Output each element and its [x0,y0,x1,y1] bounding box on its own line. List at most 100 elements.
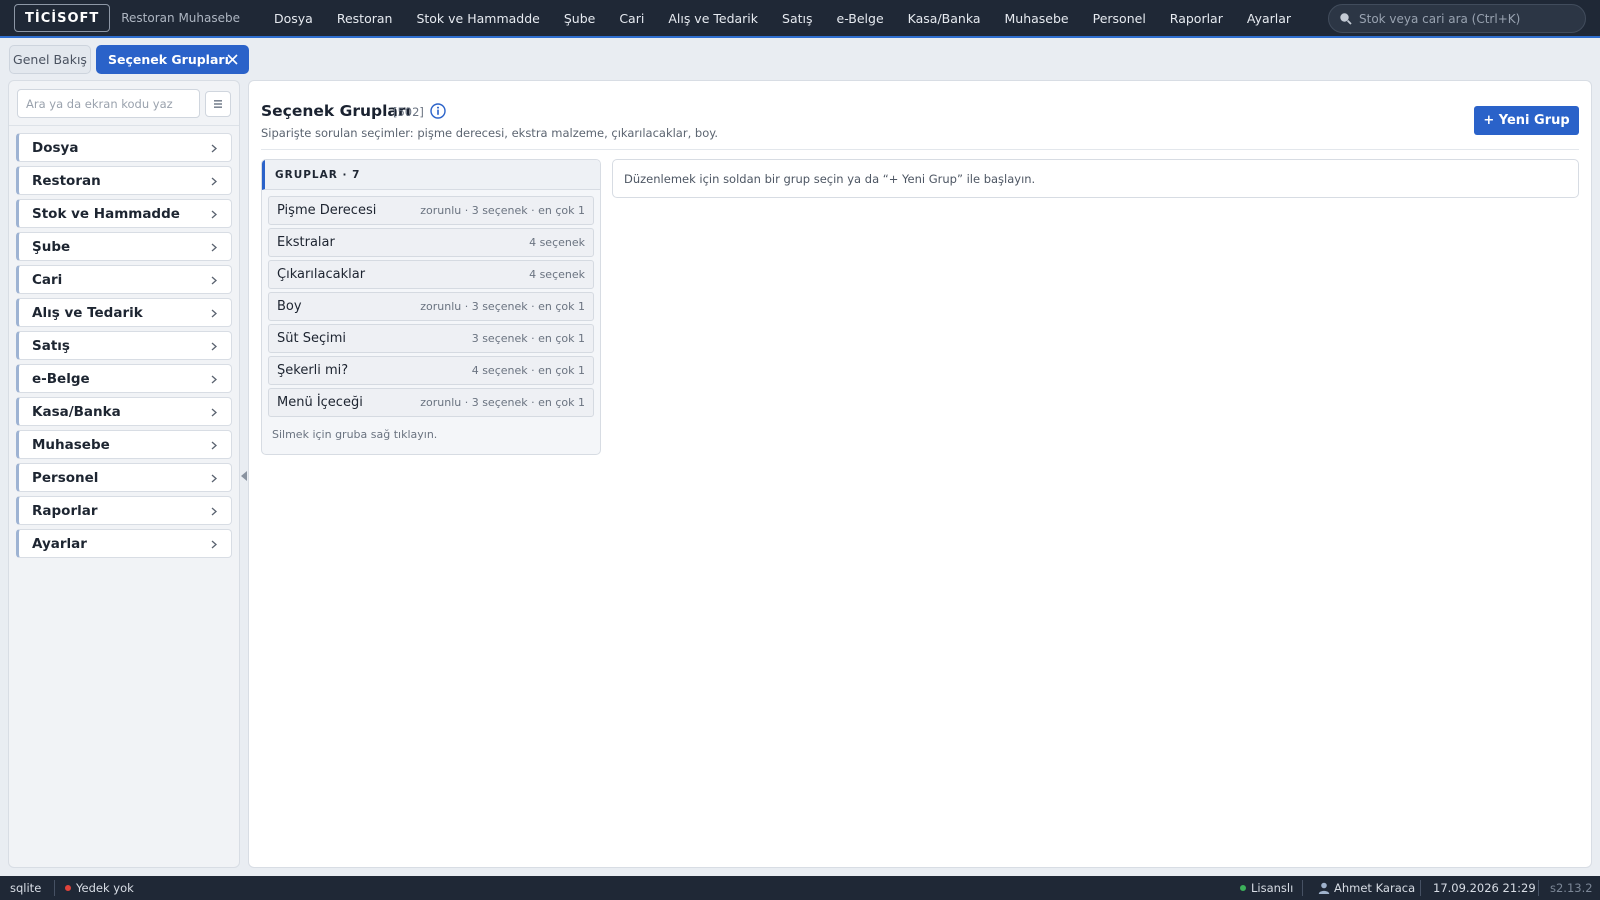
sidebar-item-stok[interactable]: Stok ve Hammadde [16,199,232,228]
menu-item-cari[interactable]: Cari [607,11,656,26]
sidebar-item-label: Muhasebe [32,436,110,453]
backup-status-dot [65,885,71,891]
sidebar-item-ayarlar[interactable]: Ayarlar [16,529,232,558]
group-meta: 4 seçenek [529,268,585,281]
groups-hint: Silmek için gruba sağ tıklayın. [272,428,438,441]
sidebar-item-label: Kasa/Banka [32,403,121,420]
chevron-right-icon [211,275,219,285]
detail-empty-state: Düzenlemek için soldan bir grup seçin ya… [612,159,1579,198]
status-datetime: 17.09.2026 21:29 [1433,881,1536,895]
top-bar: TİCİSOFT Restoran Muhasebe Dosya Restora… [0,0,1600,38]
group-row[interactable]: Çıkarılacaklar 4 seçenek [268,260,594,289]
sidebar-item-label: Alış ve Tedarik [32,304,143,321]
collapse-handle-icon[interactable] [241,470,247,482]
tab-genel-bakis[interactable]: Genel Bakış [9,45,91,74]
status-backup: Yedek yok [65,881,134,895]
menu-item-ayarlar[interactable]: Ayarlar [1235,11,1303,26]
chevron-right-icon [211,539,219,549]
chevron-right-icon [211,440,219,450]
sidebar-item-ebelge[interactable]: e-Belge [16,364,232,393]
sidebar-item-kasa[interactable]: Kasa/Banka [16,397,232,426]
menu-item-dosya[interactable]: Dosya [262,11,325,26]
main-panel: Seçenek Grupları [502] Siparişte sorulan… [248,80,1592,868]
status-backup-label: Yedek yok [76,881,134,895]
sidebar-search-input[interactable] [17,89,200,118]
sidebar-item-muhasebe[interactable]: Muhasebe [16,430,232,459]
status-bar: sqlite Yedek yok Lisanslı Ahmet Karaca 1… [0,876,1600,900]
menu-item-kasa[interactable]: Kasa/Banka [896,11,993,26]
sidebar-item-label: Cari [32,271,63,288]
tab-secenek-gruplari[interactable]: Seçenek Grupları [96,45,249,74]
group-meta: zorunlu · 3 seçenek · en çok 1 [420,204,585,217]
tab-bar: Genel Bakış Seçenek Grupları [0,40,1600,78]
sidebar-divider [9,125,239,126]
status-user[interactable]: Ahmet Karaca [1318,881,1415,895]
group-row[interactable]: Şekerli mi? 4 seçenek · en çok 1 [268,356,594,385]
chevron-right-icon [211,506,219,516]
group-meta: zorunlu · 3 seçenek · en çok 1 [420,396,585,409]
groups-panel: GRUPLAR · 7 Pişme Derecesi zorunlu · 3 se… [261,159,601,455]
status-separator [1538,880,1539,896]
menu-item-ebelge[interactable]: e-Belge [825,11,896,26]
group-name: Menü İçeceği [277,395,363,410]
sidebar-item-label: e-Belge [32,370,90,387]
page-title: Seçenek Grupları [261,102,411,120]
group-row[interactable]: Boy zorunlu · 3 seçenek · en çok 1 [268,292,594,321]
group-row[interactable]: Süt Seçimi 3 seçenek · en çok 1 [268,324,594,353]
sidebar-item-label: Satış [32,337,70,354]
menu-item-raporlar[interactable]: Raporlar [1158,11,1235,26]
status-db: sqlite [10,881,42,895]
status-separator [1420,880,1421,896]
sidebar-item-raporlar[interactable]: Raporlar [16,496,232,525]
sidebar-item-personel[interactable]: Personel [16,463,232,492]
main-menu: Dosya Restoran Stok ve Hammadde Şube Car… [262,11,1303,26]
group-name: Boy [277,299,302,314]
screen-code: [502] [393,105,424,119]
menu-item-stok[interactable]: Stok ve Hammadde [404,11,551,26]
license-status-dot [1240,885,1246,891]
sidebar-item-restoran[interactable]: Restoran [16,166,232,195]
sidebar-item-cari[interactable]: Cari [16,265,232,294]
chevron-right-icon [211,473,219,483]
menu-item-sube[interactable]: Şube [552,11,607,26]
info-icon[interactable] [430,103,446,119]
menu-item-satis[interactable]: Satış [770,11,824,26]
sidebar-item-label: Stok ve Hammadde [32,205,180,222]
close-icon[interactable] [225,52,239,66]
chevron-right-icon [211,242,219,252]
group-row[interactable]: Pişme Derecesi zorunlu · 3 seçenek · en ç… [268,196,594,225]
menu-item-restoran[interactable]: Restoran [325,11,405,26]
group-name: Süt Seçimi [277,331,347,346]
group-name: Şekerli mi? [277,363,349,378]
new-group-button[interactable]: + Yeni Grup [1474,106,1579,135]
chevron-right-icon [211,209,219,219]
sidebar-item-satis[interactable]: Satış [16,331,232,360]
header-divider [261,149,1579,150]
group-meta: 4 seçenek [529,236,585,249]
sidebar-nav: Dosya Restoran Stok ve Hammadde Şube Car… [16,133,232,562]
global-search [1328,4,1586,33]
chevron-right-icon [211,176,219,186]
menu-item-alis[interactable]: Alış ve Tedarik [656,11,770,26]
app-logo[interactable]: TİCİSOFT [14,4,111,32]
sidebar-item-label: Ayarlar [32,535,87,552]
chevron-right-icon [211,374,219,384]
status-license: Lisanslı [1240,881,1293,895]
sidebar-toggle-button[interactable] [205,91,231,117]
menu-item-muhasebe[interactable]: Muhasebe [993,11,1081,26]
group-row[interactable]: Ekstralar 4 seçenek [268,228,594,257]
group-meta: 3 seçenek · en çok 1 [471,332,585,345]
chevron-right-icon [211,308,219,318]
group-row[interactable]: Menü İçeceği zorunlu · 3 seçenek · en çok… [268,388,594,417]
global-search-input[interactable] [1353,11,1585,26]
sidebar-item-sube[interactable]: Şube [16,232,232,261]
group-meta: 4 seçenek · en çok 1 [471,364,585,377]
sidebar-item-label: Raporlar [32,502,98,519]
menu-item-personel[interactable]: Personel [1081,11,1158,26]
sidebar-item-alis[interactable]: Alış ve Tedarik [16,298,232,327]
search-icon [1338,11,1353,26]
user-icon [1318,882,1330,894]
groups-header: GRUPLAR · 7 [262,160,600,190]
app-subtitle: Restoran Muhasebe [121,11,240,25]
sidebar-item-dosya[interactable]: Dosya [16,133,232,162]
